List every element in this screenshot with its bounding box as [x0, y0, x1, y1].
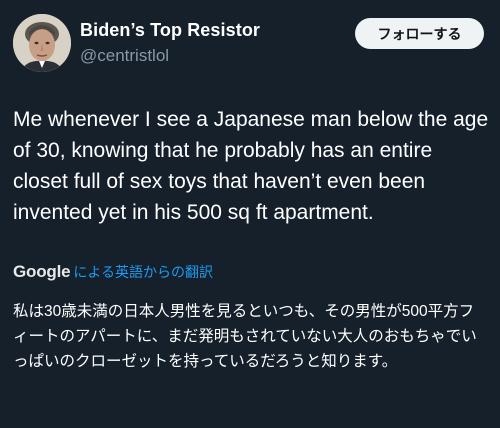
display-name[interactable]: Biden’s Top Resistor	[80, 20, 260, 41]
tweet-text: Me whenever I see a Japanese man below t…	[13, 108, 489, 224]
translation-attribution: Google による英語からの翻訳	[13, 260, 213, 284]
user-handle[interactable]: @centristlol	[80, 46, 169, 66]
google-logo: Google	[13, 262, 71, 281]
translation-source-link[interactable]: による英語からの翻訳	[73, 262, 213, 282]
translated-text: 私は30歳未満の日本人男性を見るといつも、その男性が500平方フィートのアパート…	[13, 303, 477, 370]
avatar[interactable]	[13, 14, 71, 72]
tweet-card: Biden’s Top Resistor @centristlol フォローする…	[0, 0, 500, 428]
portrait-avatar-icon	[13, 14, 71, 72]
follow-button[interactable]: フォローする	[355, 18, 484, 49]
